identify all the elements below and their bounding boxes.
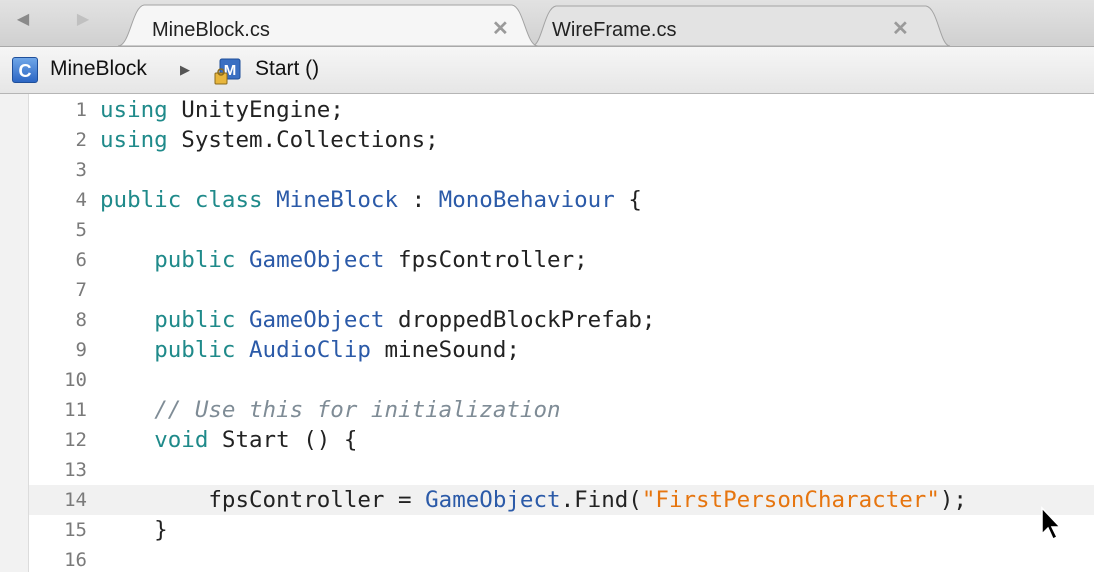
code-token: public xyxy=(154,337,236,363)
code-line[interactable]: 3 xyxy=(0,155,1094,185)
line-number: 5 xyxy=(75,219,87,241)
line-number: 9 xyxy=(75,339,87,361)
line-number: 1 xyxy=(75,99,87,121)
tab-bar: ◀ ▶ WireFrame.cs ✕ MineBlock.cs ✕ xyxy=(0,0,1094,47)
code-text: void Start () { xyxy=(100,425,357,455)
code-text: } xyxy=(100,515,168,545)
code-line[interactable]: 4 public class MineBlock : MonoBehaviour … xyxy=(0,185,1094,215)
code-token: using xyxy=(100,97,168,123)
code-line[interactable]: 6 public GameObject fpsController; xyxy=(0,245,1094,275)
code-text: using UnityEngine; xyxy=(100,95,344,125)
code-line[interactable]: 9 public AudioClip mineSound; xyxy=(0,335,1094,365)
method-icon: M xyxy=(214,58,241,85)
code-token: GameObject xyxy=(425,487,561,513)
code-token: class xyxy=(194,187,263,213)
code-token: fpsController = xyxy=(100,487,426,513)
code-token: public xyxy=(154,307,236,333)
code-text: public GameObject droppedBlockPrefab; xyxy=(100,305,655,335)
code-token: AudioClip xyxy=(249,337,371,363)
tab-label: MineBlock.cs xyxy=(152,19,270,41)
line-number: 14 xyxy=(64,489,87,511)
code-token: void xyxy=(154,427,209,453)
line-number: 11 xyxy=(64,399,87,421)
code-token: GameObject xyxy=(249,247,385,273)
code-token: UnityEngine; xyxy=(167,97,344,123)
back-arrow-icon[interactable]: ◀ xyxy=(10,8,36,32)
tab-mineblock[interactable]: MineBlock.cs ✕ xyxy=(118,4,538,46)
code-line[interactable]: 14 fpsController = GameObject.Find("Firs… xyxy=(0,485,1094,515)
code-token: using xyxy=(100,127,168,153)
tab-label: WireFrame.cs xyxy=(552,19,677,41)
code-text: public class MineBlock : MonoBehaviour { xyxy=(100,185,642,215)
line-number: 12 xyxy=(64,429,87,451)
code-text: fpsController = GameObject.Find("FirstPe… xyxy=(100,485,967,515)
breadcrumb-separator-icon: ▶ xyxy=(180,62,190,77)
close-icon[interactable]: ✕ xyxy=(492,16,509,41)
close-icon[interactable]: ✕ xyxy=(892,16,909,41)
breadcrumb-class[interactable]: MineBlock xyxy=(50,57,147,81)
code-token: MineBlock xyxy=(276,187,399,213)
line-number: 2 xyxy=(75,129,87,151)
code-line[interactable]: 12 void Start () { xyxy=(0,425,1094,455)
code-line[interactable]: 5 xyxy=(0,215,1094,245)
code-token: droppedBlockPrefab; xyxy=(384,307,656,333)
line-number: 13 xyxy=(64,459,87,481)
code-line[interactable]: 1 using UnityEngine; xyxy=(0,95,1094,125)
code-token: fpsController; xyxy=(384,247,588,273)
line-number: 10 xyxy=(64,369,87,391)
code-token: ); xyxy=(939,487,967,513)
code-editor[interactable]: 1 using UnityEngine; 2 using System.Collect… xyxy=(0,94,1094,572)
code-token: .Find( xyxy=(560,487,642,513)
line-number: 4 xyxy=(75,189,87,211)
code-line[interactable]: 13 xyxy=(0,455,1094,485)
code-token: { xyxy=(614,187,642,213)
code-token: public xyxy=(100,187,182,213)
code-line[interactable]: 7 xyxy=(0,275,1094,305)
code-line[interactable]: 11 // Use this for initialization xyxy=(0,395,1094,425)
breadcrumb: C MineBlock ▶ M Start () xyxy=(0,47,1094,94)
code-line[interactable]: 10 xyxy=(0,365,1094,395)
code-line[interactable]: 2 using System.Collections; xyxy=(0,125,1094,155)
code-token: } xyxy=(100,517,168,543)
line-number: 15 xyxy=(64,519,87,541)
code-token: System.Collections; xyxy=(167,127,439,153)
code-token: : xyxy=(398,187,439,213)
code-token: public xyxy=(154,247,236,273)
breadcrumb-method[interactable]: Start () xyxy=(255,57,319,81)
line-number: 7 xyxy=(75,279,87,301)
class-icon: C xyxy=(12,57,38,83)
code-token: mineSound; xyxy=(370,337,520,363)
code-text: public GameObject fpsController; xyxy=(100,245,588,275)
code-line[interactable]: 16 xyxy=(0,545,1094,575)
line-number: 6 xyxy=(75,249,87,271)
line-number: 8 xyxy=(75,309,87,331)
code-token: "FirstPersonCharacter" xyxy=(641,487,940,513)
line-number: 3 xyxy=(75,159,87,181)
code-line[interactable]: 15 } xyxy=(0,515,1094,545)
tab-wireframe[interactable]: WireFrame.cs ✕ xyxy=(532,4,950,46)
code-token: Start () { xyxy=(208,427,358,453)
line-number: 16 xyxy=(64,549,87,571)
code-token: GameObject xyxy=(249,307,385,333)
code-line[interactable]: 8 public GameObject droppedBlockPrefab; xyxy=(0,305,1094,335)
code-text: // Use this for initialization xyxy=(100,395,561,425)
code-token: // Use this for initialization xyxy=(154,397,561,423)
code-text: using System.Collections; xyxy=(100,125,439,155)
code-token: MonoBehaviour xyxy=(438,187,615,213)
code-text: public AudioClip mineSound; xyxy=(100,335,520,365)
mouse-pointer-icon xyxy=(1041,506,1062,541)
forward-arrow-icon[interactable]: ▶ xyxy=(70,8,96,32)
